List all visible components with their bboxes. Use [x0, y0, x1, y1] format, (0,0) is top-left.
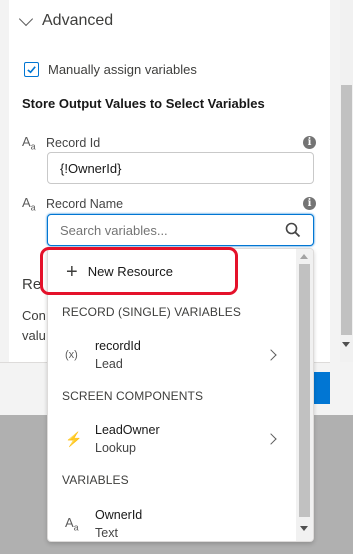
chevron-down-icon: [18, 11, 34, 26]
list-item-ownerid[interactable]: Aa OwnerId Text: [48, 498, 297, 541]
advanced-section-header[interactable]: Advanced: [18, 11, 114, 30]
section-record-variables: RECORD (SINGLE) VARIABLES: [62, 305, 241, 319]
record-id-label: Record Id: [46, 135, 101, 150]
list-item-text: OwnerId Text: [82, 508, 297, 540]
list-item-type: Text: [95, 526, 118, 540]
record-id-label-row: Aa Record Id i: [22, 134, 316, 152]
background-text-line: Con: [22, 308, 46, 323]
chevron-right-icon[interactable]: [265, 433, 277, 445]
new-resource-highlight: [40, 247, 238, 295]
advanced-section-title: Advanced: [42, 12, 114, 29]
section-screen-components: SCREEN COMPONENTS: [62, 389, 204, 403]
list-item-name: OwnerId: [95, 508, 143, 522]
record-id-value: {!OwnerId}: [60, 160, 122, 176]
record-name-label-row: Aa Record Name i: [22, 195, 316, 213]
dropdown-scrollbar-thumb[interactable]: [299, 264, 310, 517]
scroll-down-arrow-icon[interactable]: [342, 342, 350, 347]
left-edge-strip: [0, 0, 9, 362]
search-placeholder: Search variables...: [60, 222, 168, 238]
list-item-name: LeadOwner: [95, 423, 160, 437]
variable-icon: (x): [65, 349, 78, 361]
list-item-type: Lead: [95, 357, 123, 371]
record-name-search-input[interactable]: Search variables...: [47, 214, 314, 246]
list-item-text: recordId Lead: [82, 339, 267, 371]
record-name-label: Record Name: [46, 196, 124, 211]
list-item-recordid[interactable]: (x) recordId Lead: [48, 329, 297, 381]
background-section-heading: Re: [22, 276, 42, 293]
scroll-up-arrow-icon[interactable]: [300, 254, 308, 259]
text-type-icon: Aa: [65, 515, 79, 533]
scroll-down-arrow-icon[interactable]: [300, 526, 308, 531]
manual-assign-checkbox-row[interactable]: Manually assign variables: [24, 62, 197, 77]
section-variables: VARIABLES: [62, 473, 129, 487]
record-id-input[interactable]: {!OwnerId}: [47, 152, 314, 184]
chevron-right-icon[interactable]: [265, 349, 277, 361]
text-type-icon: Aa: [22, 195, 36, 213]
text-type-icon: Aa: [22, 134, 36, 152]
background-text-line: valu: [22, 328, 46, 343]
list-item-leadowner[interactable]: ⚡ LeadOwner Lookup: [48, 413, 297, 465]
list-item-name: recordId: [95, 339, 141, 353]
panel-scrollbar-thumb[interactable]: [341, 85, 352, 335]
manual-assign-label: Manually assign variables: [48, 62, 197, 77]
search-icon: [285, 222, 301, 238]
output-values-heading: Store Output Values to Select Variables: [22, 96, 265, 111]
checkmark-icon: [27, 66, 36, 74]
info-icon[interactable]: i: [303, 136, 316, 150]
lightning-icon: ⚡: [65, 430, 83, 447]
manual-assign-checkbox[interactable]: [24, 62, 39, 77]
list-item-type: Lookup: [95, 441, 137, 455]
flow-builder-panel: Advanced Manually assign variables Store…: [0, 0, 353, 554]
info-icon[interactable]: i: [303, 197, 316, 211]
list-item-text: LeadOwner Lookup: [82, 423, 267, 455]
